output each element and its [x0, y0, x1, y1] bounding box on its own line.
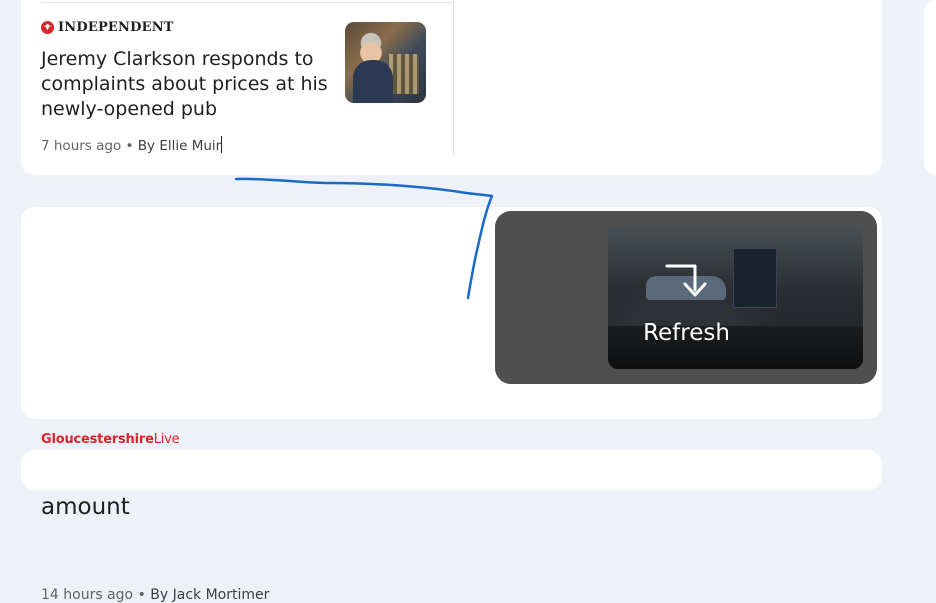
- refresh-arrow-icon: [665, 264, 707, 297]
- column-divider: [453, 0, 454, 155]
- article-meta: 14 hours ago • By Jack Mortimer: [41, 587, 269, 603]
- article-card-1[interactable]: INDEPENDENT Jeremy Clarkson responds to …: [21, 0, 882, 175]
- article-time: 7 hours ago: [41, 138, 122, 154]
- video-thumbnail: [608, 226, 863, 369]
- article-thumbnail[interactable]: [345, 22, 426, 103]
- refresh-label[interactable]: Refresh: [608, 320, 765, 346]
- article-card-3[interactable]: [21, 450, 882, 490]
- source-independent[interactable]: INDEPENDENT: [41, 20, 174, 35]
- article-headline[interactable]: Jeremy Clarkson responds to complaints a…: [41, 47, 346, 122]
- meta-separator: •: [137, 587, 146, 603]
- independent-eagle-icon: [41, 21, 54, 34]
- divider: [41, 2, 453, 3]
- article-meta: 7 hours ago • By Ellie Muir: [41, 136, 223, 154]
- article-time: 14 hours ago: [41, 587, 134, 603]
- refresh-overlay[interactable]: Refresh: [495, 211, 877, 384]
- source-name: INDEPENDENT: [58, 20, 174, 35]
- source-name-part1: Gloucestershire: [41, 432, 154, 447]
- meta-separator: •: [125, 138, 134, 154]
- next-column-card-edge: [924, 0, 936, 175]
- source-gloucestershire-live[interactable]: GloucestershireLive: [41, 432, 180, 447]
- article-byline[interactable]: By Ellie Muir: [138, 138, 221, 154]
- article-byline[interactable]: By Jack Mortimer: [150, 587, 269, 603]
- text-cursor: [221, 136, 223, 153]
- source-name-part2: Live: [153, 432, 180, 447]
